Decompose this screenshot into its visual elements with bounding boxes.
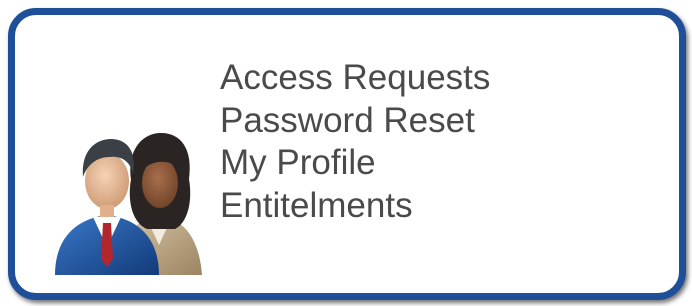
menu-list: Access Requests Password Reset My Profil… xyxy=(220,57,490,227)
menu-panel: Access Requests Password Reset My Profil… xyxy=(8,8,686,300)
menu-item-my-profile[interactable]: My Profile xyxy=(220,142,490,185)
menu-item-password-reset[interactable]: Password Reset xyxy=(220,100,490,143)
menu-item-access-requests[interactable]: Access Requests xyxy=(220,57,490,100)
menu-item-entitlements[interactable]: Entitelments xyxy=(220,185,490,228)
users-icon xyxy=(47,119,217,275)
